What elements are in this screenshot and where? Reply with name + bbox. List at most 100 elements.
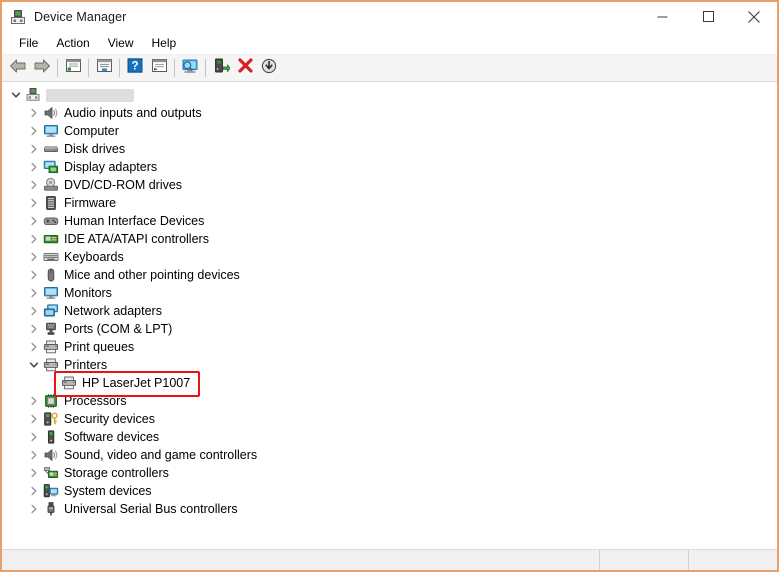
tree-item-label: Printers [64,358,108,372]
printer-icon [42,338,60,356]
tree-item-label: HP LaserJet P1007 [82,376,191,390]
system-device-icon [42,482,60,500]
chevron-right-icon[interactable] [26,410,42,428]
tree-item-universal-serial-bus-controllers[interactable]: Universal Serial Bus controllers [2,500,777,518]
chevron-right-icon[interactable] [26,320,42,338]
tree-item-network-adapters[interactable]: Network adapters [2,302,777,320]
show-hide-console-tree-button[interactable] [61,57,85,80]
device-tree-panel[interactable]: Audio inputs and outputs Computer Disk dri… [2,82,777,549]
toolbar-separator [119,59,120,77]
menu-action[interactable]: Action [47,33,98,53]
toolbar-separator [88,59,89,77]
forward-button[interactable] [30,57,54,80]
software-device-icon [42,428,60,446]
network-adapter-icon [42,302,60,320]
chevron-right-icon[interactable] [26,338,42,356]
tree-item-label: Display adapters [64,160,158,174]
tree-item-security-devices[interactable]: Security devices [2,410,777,428]
chevron-right-icon[interactable] [26,230,42,248]
port-connector-icon [42,320,60,338]
chevron-right-icon[interactable] [26,482,42,500]
menu-file[interactable]: File [10,33,47,53]
chevron-right-icon[interactable] [26,446,42,464]
properties-button[interactable] [92,57,116,80]
scan-for-hardware-changes-button[interactable] [178,57,202,80]
tree-item-sound-video-and-game-controllers[interactable]: Sound, video and game controllers [2,446,777,464]
printer-icon [60,374,78,392]
tree-item-ide-ata-atapi-controllers[interactable]: IDE ATA/ATAPI controllers [2,230,777,248]
console-tree-icon [65,58,82,78]
tree-item-keyboards[interactable]: Keyboards [2,248,777,266]
toolbar-separator [57,59,58,77]
tree-item-disk-drives[interactable]: Disk drives [2,140,777,158]
tree-item-processors[interactable]: Processors [2,392,777,410]
chevron-right-icon[interactable] [26,158,42,176]
chevron-down-icon[interactable] [26,356,42,374]
security-key-icon [42,410,60,428]
tree-item-label: Ports (COM & LPT) [64,322,173,336]
tree-item-printers[interactable]: Printers [2,356,777,374]
chevron-right-icon[interactable] [26,500,42,518]
chevron-right-icon[interactable] [26,266,42,284]
tree-item-software-devices[interactable]: Software devices [2,428,777,446]
tree-item-mice-and-other-pointing-devices[interactable]: Mice and other pointing devices [2,266,777,284]
chevron-right-icon[interactable] [26,104,42,122]
tree-item-dvd-cd-rom-drives[interactable]: DVD/CD-ROM drives [2,176,777,194]
tree-item-label: IDE ATA/ATAPI controllers [64,232,209,246]
tree-item-storage-controllers[interactable]: Storage controllers [2,464,777,482]
minimize-button[interactable] [639,2,685,31]
close-button[interactable] [731,2,777,31]
properties-icon [96,58,113,78]
red-x-icon [237,58,253,78]
tree-item-label: Keyboards [64,250,124,264]
down-arrow-circle-icon [261,58,277,79]
chevron-right-icon[interactable] [26,284,42,302]
display-adapter-icon [42,158,60,176]
firmware-chip-icon [42,194,60,212]
chevron-down-icon[interactable] [8,86,24,104]
disable-device-button[interactable] [257,57,281,80]
chevron-right-icon[interactable] [26,302,42,320]
help-button[interactable]: ? [123,57,147,80]
tree-item-firmware[interactable]: Firmware [2,194,777,212]
left-arrow-icon [9,58,27,79]
chevron-right-icon[interactable] [26,122,42,140]
tree-item-human-interface-devices[interactable]: Human Interface Devices [2,212,777,230]
chevron-right-icon[interactable] [26,248,42,266]
tree-item-monitors[interactable]: Monitors [2,284,777,302]
tree-item-system-devices[interactable]: System devices [2,482,777,500]
chevron-right-icon[interactable] [26,140,42,158]
maximize-button[interactable] [685,2,731,31]
tree-item-label: Sound, video and game controllers [64,448,258,462]
action-pane-icon [151,58,168,78]
svg-text:?: ? [131,60,138,72]
status-pane-2 [599,550,688,570]
device-manager-window: Device Manager File Action View Help ? A… [0,0,779,572]
tree-items-container: Audio inputs and outputs Computer Disk dri… [2,104,777,518]
update-driver-icon [213,58,230,79]
menu-view[interactable]: View [99,33,143,53]
uninstall-device-button[interactable] [233,57,257,80]
tree-item-label: DVD/CD-ROM drives [64,178,183,192]
chevron-right-icon[interactable] [26,464,42,482]
chevron-right-icon[interactable] [26,392,42,410]
tree-item-hp-laserjet-p1007[interactable]: HP LaserJet P1007 [2,374,777,392]
optical-drive-icon [42,176,60,194]
chevron-right-icon[interactable] [26,194,42,212]
menu-help[interactable]: Help [143,33,186,53]
update-driver-button[interactable] [209,57,233,80]
tree-item-display-adapters[interactable]: Display adapters [2,158,777,176]
tree-item-root[interactable] [2,86,777,104]
chevron-right-icon[interactable] [26,212,42,230]
chevron-right-icon[interactable] [26,176,42,194]
chevron-right-icon[interactable] [26,428,42,446]
show-hide-action-pane-button[interactable] [147,57,171,80]
tree-item-audio-inputs-and-outputs[interactable]: Audio inputs and outputs [2,104,777,122]
status-pane-3 [688,550,777,570]
tree-item-print-queues[interactable]: Print queues [2,338,777,356]
mouse-icon [42,266,60,284]
tree-item-computer[interactable]: Computer [2,122,777,140]
tree-item-ports-com-lpt[interactable]: Ports (COM & LPT) [2,320,777,338]
toolbar-separator [205,59,206,77]
back-button[interactable] [6,57,30,80]
